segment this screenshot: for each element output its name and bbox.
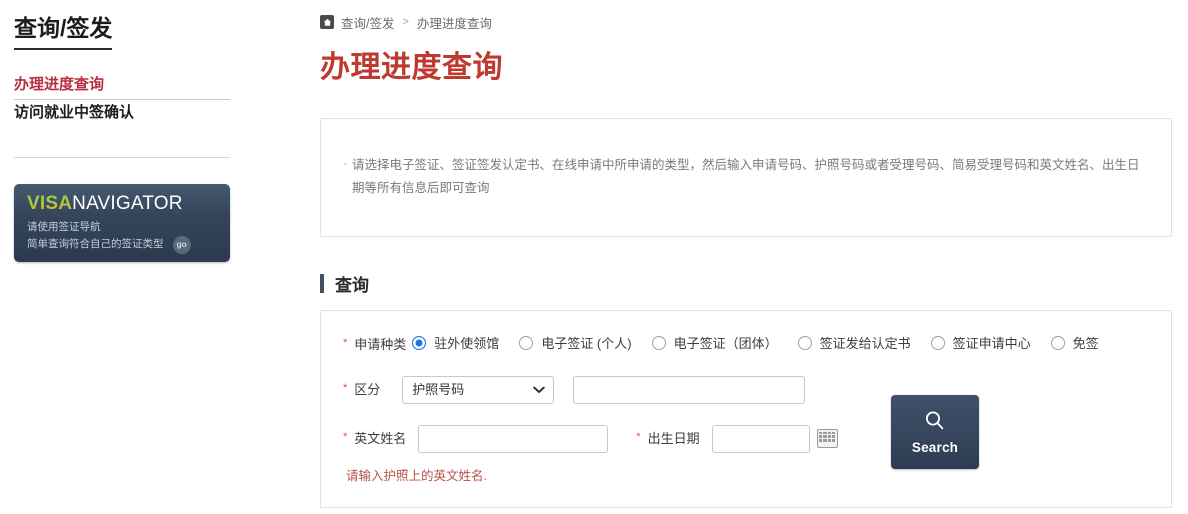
- form-row-application-type: * 申请种类 驻外使领馆 电子签证 (个人) 电子签证（团体） 签证发给认定书 …: [343, 331, 1153, 355]
- sidebar-title: 查询/签发: [14, 14, 113, 50]
- required-asterisk: *: [636, 431, 641, 443]
- sidebar: 查询/签发 办理进度查询 访问就业中签确认 VISANAVIGATOR 请使用签…: [0, 0, 310, 514]
- division-label-text: 区分: [354, 381, 381, 397]
- radio-option-embassy[interactable]: 驻外使领馆: [412, 331, 499, 352]
- query-form-panel: * 申请种类 驻外使领馆 电子签证 (个人) 电子签证（团体） 签证发给认定书 …: [320, 310, 1172, 509]
- division-label: * 区分: [343, 376, 380, 400]
- english-name-input[interactable]: [418, 424, 609, 453]
- search-button[interactable]: Search: [891, 395, 979, 470]
- radio-dot-certificate[interactable]: [797, 335, 812, 350]
- sidebar-item-employment-confirm[interactable]: 访问就业中签确认: [14, 100, 230, 127]
- division-number-input[interactable]: [573, 375, 806, 404]
- radio-dot-evisa-group[interactable]: [651, 335, 666, 350]
- birth-date-label-text: 出生日期: [647, 431, 700, 446]
- breadcrumb-separator: >: [402, 16, 409, 28]
- page-title: 办理进度查询: [320, 51, 503, 84]
- division-select-wrap: 护照号码 申请号码 受理号码 简易受理号码: [402, 375, 555, 404]
- visa-navigator-banner[interactable]: VISANAVIGATOR 请使用签证导航 简单查询符合自己的签证类型 go: [14, 184, 230, 263]
- visa-banner-subtext: 请使用签证导航 简单查询符合自己的签证类型 go: [27, 220, 230, 254]
- radio-dot-visa-free[interactable]: [1050, 335, 1065, 350]
- section-heading: 查询: [320, 271, 1180, 296]
- page-root: 查询/签发 办理进度查询 访问就业中签确认 VISANAVIGATOR 请使用签…: [0, 0, 1188, 514]
- radio-label-evisa-group: 电子签证（团体）: [673, 336, 778, 352]
- visa-logo-secondary: NAVIGATOR: [72, 193, 183, 215]
- breadcrumb-item-1[interactable]: 办理进度查询: [417, 13, 492, 32]
- visa-navigator-logo: VISANAVIGATOR: [27, 194, 230, 213]
- english-name-label-text: 英文姓名: [354, 431, 407, 446]
- radio-option-certificate[interactable]: 签证发给认定书: [797, 331, 911, 352]
- required-asterisk: *: [343, 337, 348, 350]
- radio-option-visa-free[interactable]: 免签: [1050, 331, 1099, 352]
- radio-option-evisa-group[interactable]: 电子签证（团体）: [651, 331, 778, 352]
- english-name-label: * 英文姓名: [343, 429, 406, 449]
- home-icon[interactable]: [320, 15, 334, 29]
- radio-option-evisa-individual[interactable]: 电子签证 (个人): [519, 331, 632, 352]
- radio-dot-embassy[interactable]: [412, 335, 427, 350]
- application-type-label: * 申请种类: [343, 331, 406, 355]
- english-name-helper-text: 请输入护照上的英文姓名.: [346, 468, 487, 483]
- radio-label-embassy: 驻外使领馆: [434, 336, 500, 352]
- search-icon: [923, 409, 947, 436]
- visa-banner-subtext-line1: 请使用签证导航: [27, 221, 101, 234]
- visa-logo-primary: VISA: [27, 193, 73, 215]
- section-accent-bar: [320, 274, 324, 294]
- application-type-label-text: 申请种类: [354, 337, 407, 353]
- birth-date-input[interactable]: [711, 424, 810, 453]
- calendar-icon-grid: [818, 430, 837, 443]
- radio-dot-evisa-individual[interactable]: [519, 335, 534, 350]
- required-asterisk: *: [343, 431, 348, 443]
- breadcrumb-item-0[interactable]: 查询/签发: [341, 13, 394, 32]
- radio-label-evisa-individual: 电子签证 (个人): [541, 336, 632, 352]
- notice-text: 请选择电子签证、签证签发认定书、在线申请中所申请的类型，然后输入申请号码、护照号…: [343, 152, 1145, 200]
- application-type-radio-group: 驻外使领馆 电子签证 (个人) 电子签证（团体） 签证发给认定书 签证申请中心 …: [412, 331, 1153, 352]
- radio-option-application-center[interactable]: 签证申请中心: [930, 331, 1031, 352]
- sidebar-menu: 办理进度查询 访问就业中签确认: [14, 72, 230, 128]
- form-row-name-birthdate: * 英文姓名 * 出生日期: [343, 424, 1153, 453]
- calendar-icon[interactable]: [816, 429, 838, 449]
- radio-dot-application-center[interactable]: [930, 335, 945, 350]
- required-asterisk: *: [343, 381, 348, 394]
- sidebar-item-progress-query[interactable]: 办理进度查询: [14, 72, 230, 101]
- notice-box: 请选择电子签证、签证签发认定书、在线申请中所申请的类型，然后输入申请号码、护照号…: [320, 118, 1172, 238]
- visa-banner-subtext-line2: 简单查询符合自己的签证类型: [27, 238, 164, 250]
- breadcrumb: 查询/签发 > 办理进度查询: [320, 12, 1180, 32]
- radio-label-application-center: 签证申请中心: [952, 336, 1031, 352]
- form-row-division: * 区分 护照号码 申请号码 受理号码 简易受理号码: [343, 375, 1153, 404]
- section-title: 查询: [335, 276, 369, 296]
- search-button-label: Search: [911, 440, 959, 456]
- birth-date-label: * 出生日期: [636, 429, 699, 449]
- radio-label-certificate: 签证发给认定书: [819, 336, 911, 352]
- go-badge[interactable]: go: [172, 235, 191, 254]
- sidebar-divider: [14, 157, 230, 159]
- division-select[interactable]: 护照号码 申请号码 受理号码 简易受理号码: [402, 375, 555, 404]
- main-content: 查询/签发 > 办理进度查询 办理进度查询 请选择电子签证、签证签发认定书、在线…: [310, 0, 1188, 514]
- radio-label-visa-free: 免签: [1072, 336, 1099, 352]
